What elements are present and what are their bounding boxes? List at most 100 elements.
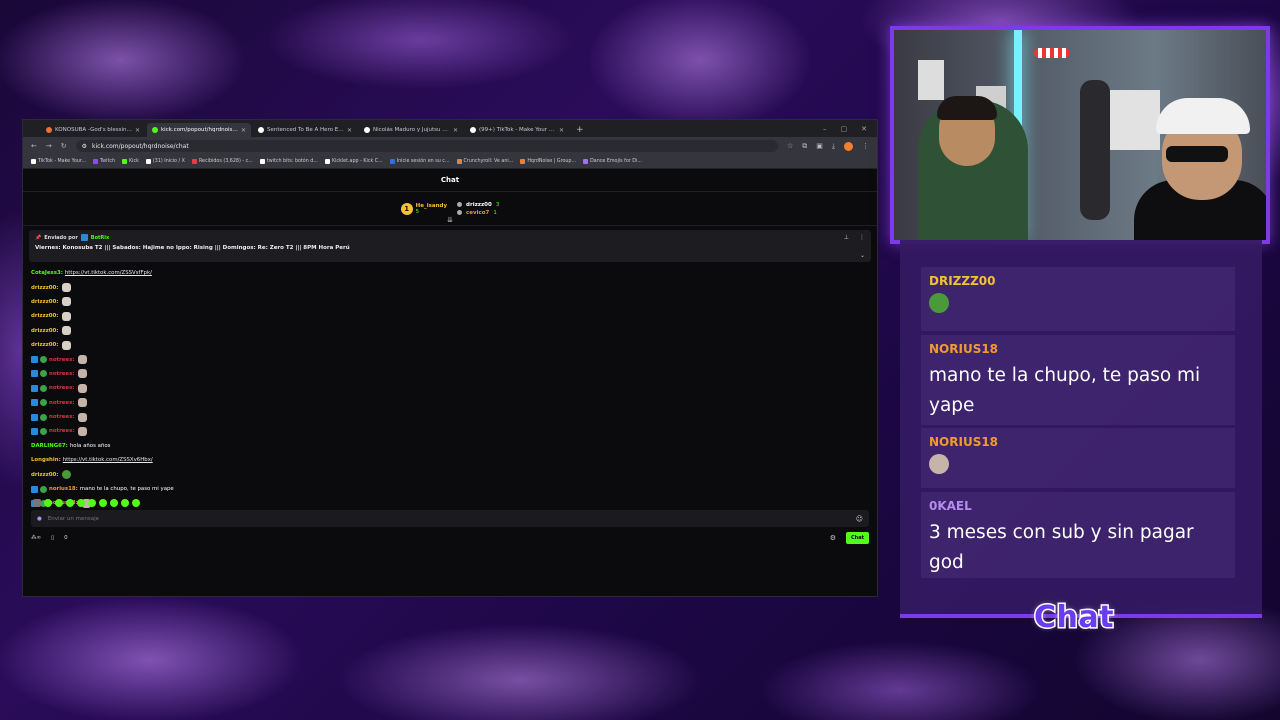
chat-username[interactable]: notrees:: [49, 385, 74, 391]
chat-username[interactable]: drizzz00:: [31, 313, 58, 319]
emote-icon: [78, 369, 88, 379]
url-field[interactable]: ⚙ kick.com/popout/hqrdnoise/chat: [75, 140, 778, 152]
mic-icon[interactable]: ●: [37, 516, 42, 522]
tab-title: Nicolás Maduro y Jujutsu Kaise: [373, 127, 450, 133]
browser-tab[interactable]: Nicolás Maduro y Jujutsu Kaise ✕: [359, 123, 463, 137]
bookmark-favicon-icon: [145, 159, 151, 164]
send-chat-button[interactable]: Chat: [846, 532, 869, 544]
tab-strip: KONOSUBA -God's blessing on ✕ kick.com/pop…: [23, 120, 877, 137]
sidepanel-icon[interactable]: ▣: [816, 142, 823, 150]
favicon-icon: [258, 127, 264, 133]
chat-message: drizzz00:: [31, 467, 869, 481]
emote-icon[interactable]: [121, 499, 129, 507]
message-link[interactable]: https://vt.tiktok.com/ZSSVsfFpk/: [65, 270, 152, 276]
emote-icon[interactable]: [55, 499, 63, 507]
unpin-icon[interactable]: ⊥: [844, 234, 849, 241]
chat-username[interactable]: notrees:: [49, 371, 74, 377]
chat-username[interactable]: notrees:: [49, 414, 74, 420]
bookmark-favicon-icon: [324, 159, 330, 164]
chat-message: Longshin: https://vt.tiktok.com/ZSSXv6Hbx…: [31, 453, 869, 467]
points-icon[interactable]: ⁂∞: [31, 535, 41, 541]
emote-icon[interactable]: [33, 499, 41, 507]
emote-icon[interactable]: [99, 499, 107, 507]
gifter-count: 3: [495, 201, 500, 208]
new-tab-button[interactable]: +: [571, 125, 589, 137]
emote-quickbar: [33, 499, 140, 507]
bookmark-star-icon[interactable]: ☆: [787, 142, 793, 150]
bookmark-item[interactable]: (31) Inicio / X: [145, 159, 185, 164]
minimize-icon[interactable]: –: [823, 125, 827, 133]
more-options-icon[interactable]: ⋮: [859, 234, 865, 241]
chat-username[interactable]: norius18:: [49, 486, 78, 492]
site-info-icon[interactable]: ⚙: [82, 143, 87, 150]
chat-username[interactable]: CotaJess3:: [31, 270, 63, 276]
overlay-message-text: 3 meses con sub y sin pagar god: [929, 522, 1194, 573]
browser-tab[interactable]: (99+) TikTok - Make Your Day ✕: [465, 123, 569, 137]
expand-icon[interactable]: ⇊: [447, 216, 453, 224]
emote-icon[interactable]: [88, 499, 96, 507]
bookmark-label: Kick: [129, 159, 139, 164]
menu-icon[interactable]: ⋮: [862, 142, 869, 150]
close-tab-icon[interactable]: ✕: [453, 127, 458, 134]
tab-title: KONOSUBA -God's blessing on: [55, 127, 132, 133]
bookmark-item[interactable]: Kicklet.app - Kick C...: [324, 159, 383, 164]
browser-tab[interactable]: kick.com/popout/hqrdnoise/ch ✕: [147, 123, 251, 137]
close-tab-icon[interactable]: ✕: [347, 127, 352, 134]
chat-username[interactable]: drizzz00:: [31, 342, 58, 348]
emoji-icon[interactable]: ☺: [856, 515, 863, 523]
bookmark-item[interactable]: Dance Emojis for Di...: [583, 159, 642, 164]
browser-tab[interactable]: KONOSUBA -God's blessing on ✕: [41, 123, 145, 137]
wall-poster: [918, 60, 944, 100]
profile-avatar[interactable]: [844, 141, 853, 151]
chevron-down-icon[interactable]: ⌄: [860, 252, 865, 259]
reload-icon[interactable]: ↻: [61, 142, 67, 150]
gifter-row[interactable]: cevico7 1: [457, 210, 499, 216]
emote-icon: [62, 297, 72, 307]
chat-username[interactable]: DARLING67:: [31, 443, 68, 449]
overlay-username: 0KAEL: [929, 499, 972, 513]
browser-tab[interactable]: Sentenced To Be A Hero Episo ✕: [253, 123, 357, 137]
emote-icon[interactable]: [44, 499, 52, 507]
bookmark-item[interactable]: twitch bits: botón d...: [259, 159, 318, 164]
chat-username[interactable]: notrees:: [49, 357, 74, 363]
chat-username[interactable]: drizzz00:: [31, 299, 58, 305]
extensions-icon[interactable]: ⧉: [802, 142, 807, 151]
bookmark-item[interactable]: Recibidos (3,628) - c...: [191, 159, 253, 164]
overlay-chat-title: Chat: [1033, 599, 1115, 637]
emote-icon[interactable]: [132, 499, 140, 507]
download-icon[interactable]: ⤓: [832, 142, 835, 151]
back-icon[interactable]: ←: [31, 142, 37, 150]
gifter-row[interactable]: drizzz00 3: [457, 202, 499, 208]
close-tab-icon[interactable]: ✕: [559, 127, 564, 134]
bookmark-item[interactable]: Crunchyroll: Ve ani...: [456, 159, 513, 164]
emote-icon[interactable]: [110, 499, 118, 507]
bookmark-item[interactable]: Twitch: [93, 159, 115, 164]
maximize-icon[interactable]: ▢: [841, 125, 848, 133]
bookmark-item[interactable]: HqrdNoise | Group...: [520, 159, 576, 164]
tab-title: kick.com/popout/hqrdnoise/ch: [161, 127, 238, 133]
chat-username[interactable]: notrees:: [49, 428, 74, 434]
bookmark-item[interactable]: Inicie sesión en su c...: [389, 159, 450, 164]
badge-icon: [40, 399, 47, 407]
viewer-count: 0: [64, 535, 68, 541]
pinned-by-user[interactable]: BotRix: [91, 235, 109, 241]
chat-message: drizzz00:: [31, 338, 869, 352]
chat-username[interactable]: notrees:: [49, 400, 74, 406]
emote-icon[interactable]: [77, 499, 85, 507]
message-link[interactable]: https://vt.tiktok.com/ZSSXv6Hbx/: [63, 457, 153, 463]
chat-username[interactable]: Longshin:: [31, 457, 61, 463]
settings-icon[interactable]: ⚙: [830, 534, 836, 542]
close-tab-icon[interactable]: ✕: [135, 127, 140, 134]
chat-username[interactable]: drizzz00:: [31, 328, 58, 334]
chat-username[interactable]: drizzz00:: [31, 285, 58, 291]
emote-icon[interactable]: [66, 499, 74, 507]
bookmark-item[interactable]: TikTok - Make Your...: [31, 159, 86, 164]
forward-icon[interactable]: →: [46, 142, 52, 150]
bookmark-item[interactable]: Kick: [122, 159, 139, 164]
overlay-emote-icon: [929, 454, 949, 474]
message-input[interactable]: [47, 515, 850, 522]
top-gifter[interactable]: 1 He_isandy 5: [400, 202, 447, 215]
close-tab-icon[interactable]: ✕: [241, 127, 246, 134]
close-window-icon[interactable]: ✕: [861, 125, 867, 133]
chat-username[interactable]: drizzz00:: [31, 472, 58, 478]
